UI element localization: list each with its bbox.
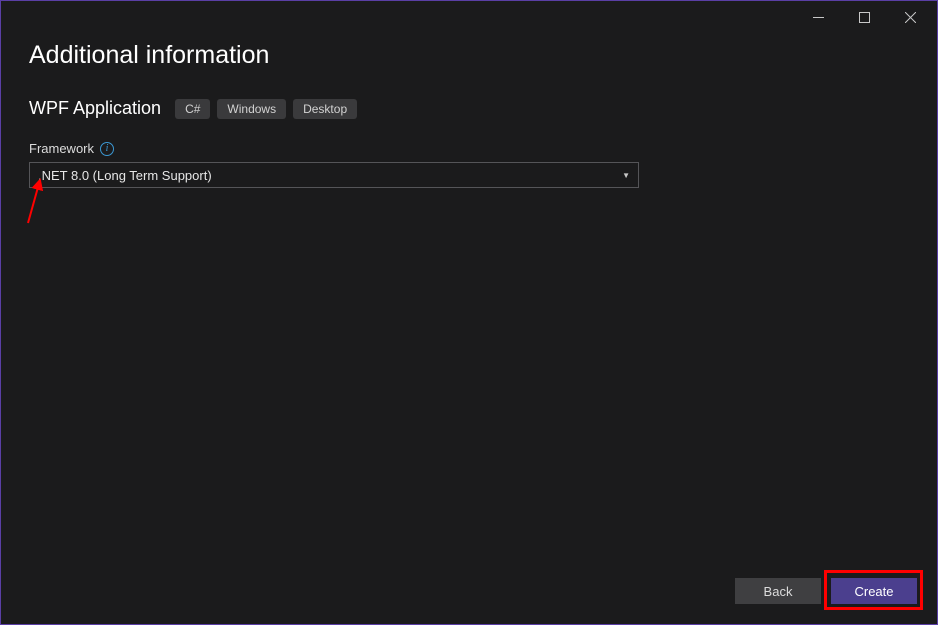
close-icon [905,12,916,23]
create-button[interactable]: Create [831,578,917,604]
back-button[interactable]: Back [735,578,821,604]
bottom-button-bar: Back Create [735,578,917,604]
titlebar [1,1,937,33]
chevron-down-icon: ▼ [622,171,630,180]
framework-selected-value: .NET 8.0 (Long Term Support) [38,168,212,183]
tag-csharp: C# [175,99,210,119]
close-button[interactable] [887,2,933,32]
framework-label-row: Framework i [29,141,909,156]
content-area: Additional information WPF Application C… [1,33,937,188]
tag-desktop: Desktop [293,99,357,119]
tag-windows: Windows [217,99,286,119]
info-icon[interactable]: i [100,142,114,156]
subheader-row: WPF Application C# Windows Desktop [29,98,909,119]
maximize-icon [859,12,870,23]
framework-label: Framework [29,141,94,156]
framework-dropdown[interactable]: .NET 8.0 (Long Term Support) ▼ [29,162,639,188]
minimize-button[interactable] [795,2,841,32]
tag-list: C# Windows Desktop [175,99,357,119]
maximize-button[interactable] [841,2,887,32]
project-template-title: WPF Application [29,98,161,119]
page-title: Additional information [29,41,909,70]
minimize-icon [813,12,824,23]
